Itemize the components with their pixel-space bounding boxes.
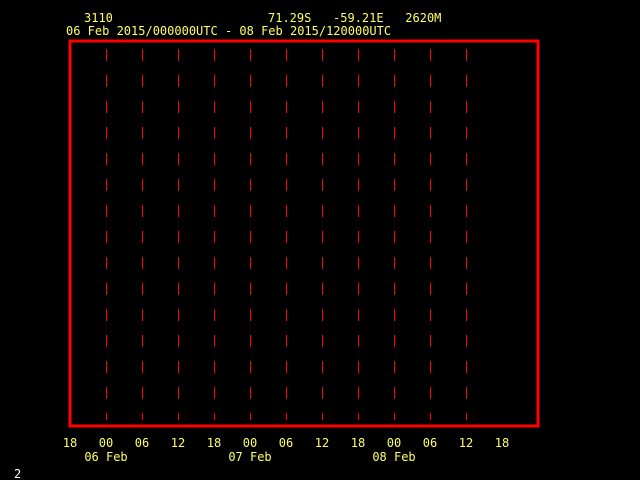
- x-axis-tick-labels: 18 00 06 12 18 00 06 12 18 00 06 12 18: [63, 436, 509, 450]
- day-label: 06 Feb: [84, 450, 127, 464]
- x-axis-day-labels: 06 Feb 07 Feb 08 Feb: [84, 450, 415, 464]
- plot-frame: [68, 39, 540, 428]
- date-range: 06 Feb 2015/000000UTC - 08 Feb 2015/1200…: [66, 24, 391, 38]
- station-id: 3110: [84, 11, 113, 25]
- page-number: 2: [14, 467, 21, 480]
- day-label: 07 Feb: [228, 450, 271, 464]
- day-label: 08 Feb: [372, 450, 415, 464]
- x-tick-label: 00: [387, 436, 401, 450]
- location-readout: 71.29S -59.21E 2620M: [268, 11, 441, 25]
- x-tick-label: 18: [207, 436, 221, 450]
- x-tick-label: 18: [63, 436, 77, 450]
- time-series-plot: 3110 71.29S -59.21E 2620M 06 Feb 2015/00…: [14, 11, 540, 480]
- x-tick-label: 06: [135, 436, 149, 450]
- x-tick-label: 18: [351, 436, 365, 450]
- x-tick-label: 12: [171, 436, 185, 450]
- x-tick-label: 00: [243, 436, 257, 450]
- x-tick-label: 12: [459, 436, 473, 450]
- x-tick-label: 06: [423, 436, 437, 450]
- x-tick-label: 18: [495, 436, 509, 450]
- x-tick-label: 12: [315, 436, 329, 450]
- gridlines: [106, 49, 467, 420]
- x-tick-label: 06: [279, 436, 293, 450]
- x-tick-label: 00: [99, 436, 113, 450]
